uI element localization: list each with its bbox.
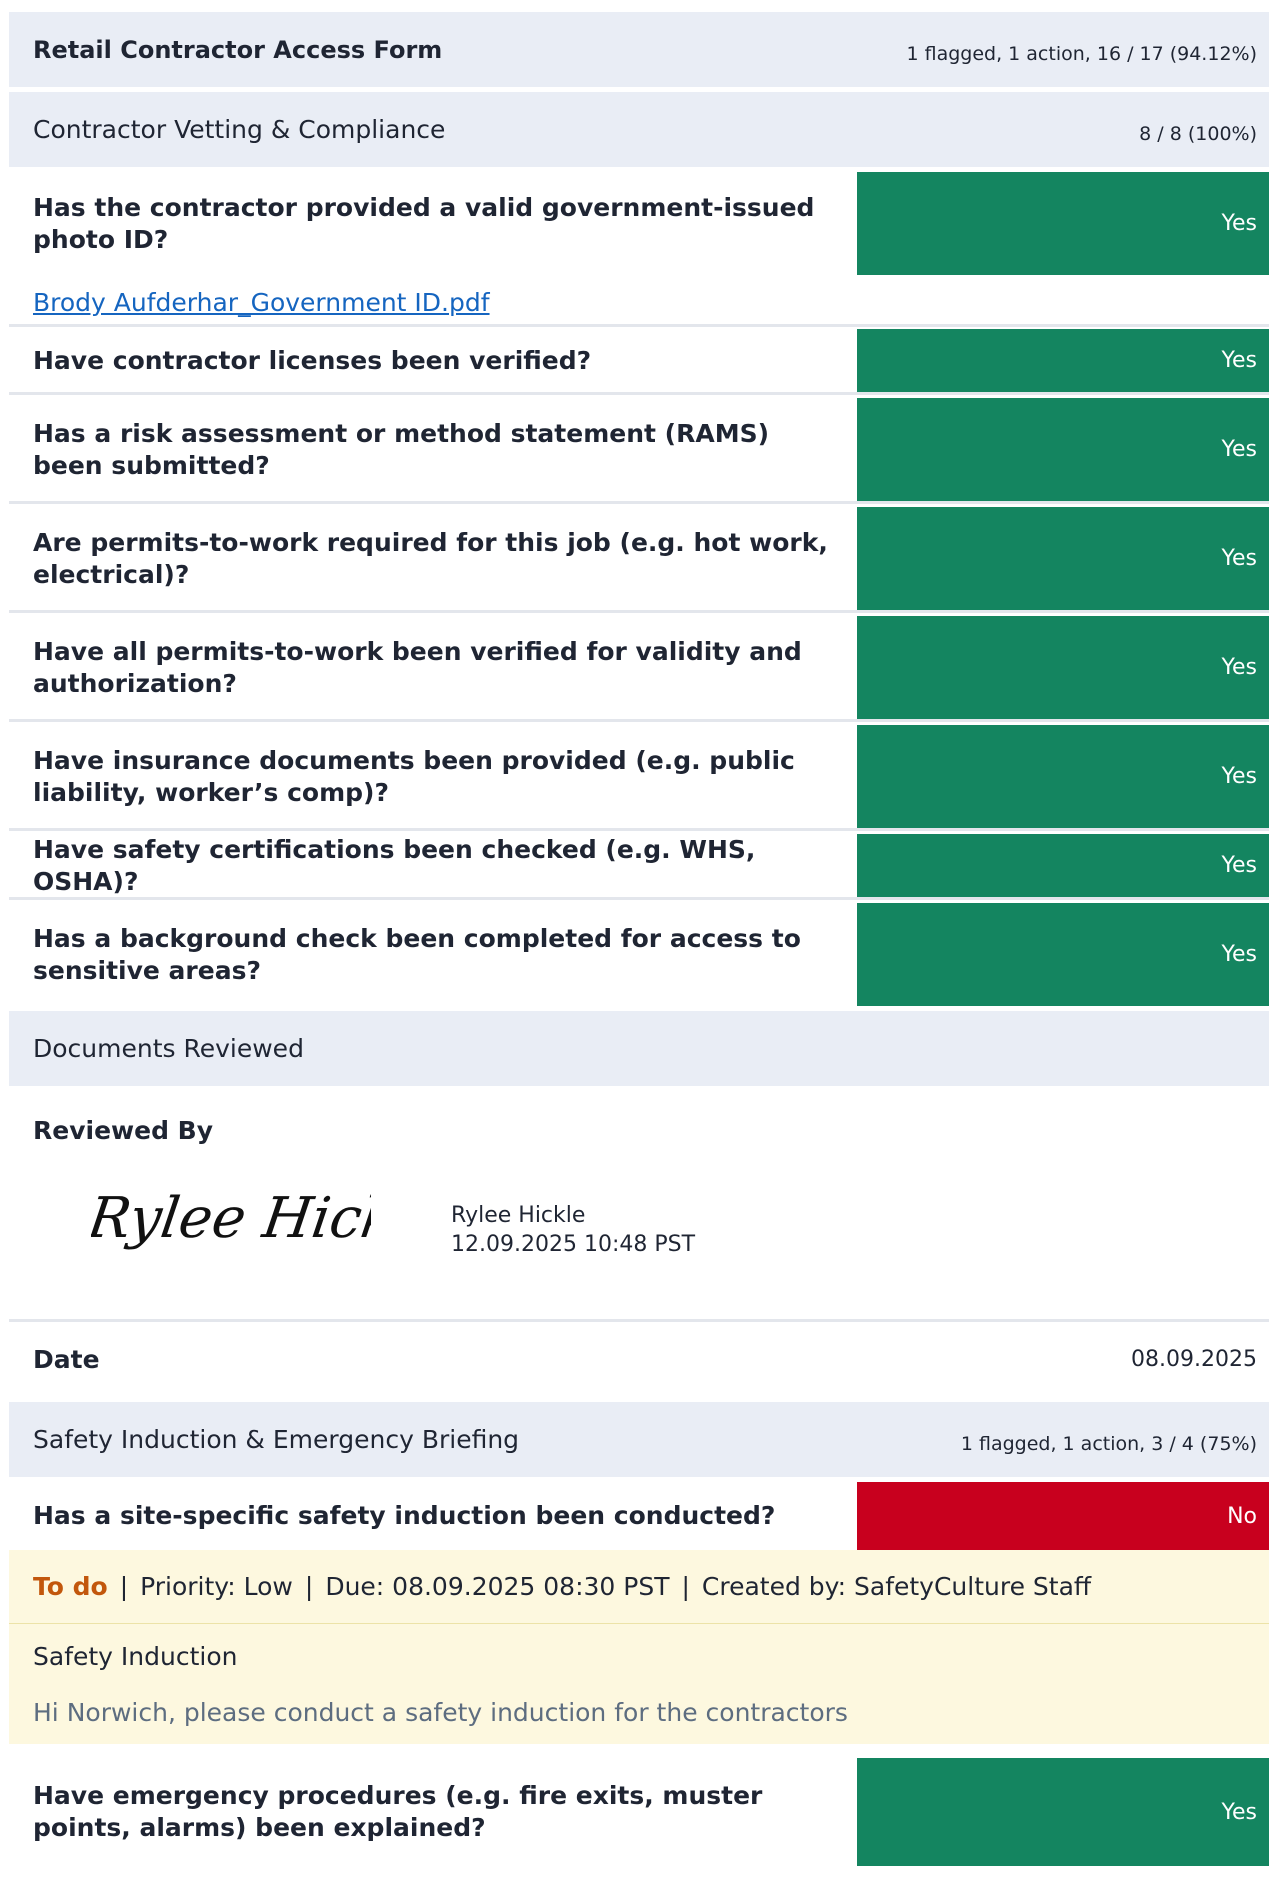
date-value: 08.09.2025 bbox=[1131, 1347, 1257, 1372]
date-row: Date 08.09.2025 bbox=[9, 1319, 1269, 1397]
question-row: Has the contractor provided a valid gove… bbox=[9, 172, 1269, 275]
question-text: Have insurance documents been provided (… bbox=[33, 745, 795, 807]
question-text: Has the contractor provided a valid gove… bbox=[33, 192, 815, 254]
separator: | bbox=[304, 1572, 314, 1601]
question-text: Have contractor licenses been verified? bbox=[33, 345, 592, 375]
action-title: Safety Induction bbox=[33, 1642, 238, 1671]
section-score: 1 flagged, 1 action, 3 / 4 (75%) bbox=[960, 1432, 1257, 1455]
separator: | bbox=[119, 1572, 129, 1601]
section-score: 8 / 8 (100%) bbox=[1139, 122, 1257, 145]
section-title: Documents Reviewed bbox=[33, 1034, 304, 1063]
action-card[interactable]: To do | Priority: Low | Due: 08.09.2025 … bbox=[9, 1550, 1269, 1744]
question-text: Have emergency procedures (e.g. fire exi… bbox=[33, 1781, 763, 1842]
separator: | bbox=[681, 1572, 690, 1601]
inspection-report: Retail Contractor Access Form 1 flagged,… bbox=[9, 12, 1269, 1866]
question-text: Has a background check been completed fo… bbox=[33, 923, 801, 985]
question-row: Have contractor licenses been verified? … bbox=[9, 329, 1269, 395]
question-row: Has a background check been completed fo… bbox=[9, 903, 1269, 1006]
action-due: Due: 08.09.2025 08:30 PST bbox=[325, 1572, 670, 1601]
date-label: Date bbox=[33, 1345, 100, 1374]
action-meta: To do | Priority: Low | Due: 08.09.2025 … bbox=[9, 1550, 1269, 1624]
answer-no: No bbox=[857, 1482, 1269, 1550]
section-header-documents[interactable]: Documents Reviewed bbox=[9, 1011, 1269, 1086]
form-summary: 1 flagged, 1 action, 16 / 17 (94.12%) bbox=[906, 42, 1257, 65]
answer-yes: Yes bbox=[857, 834, 1269, 897]
signature-block: Rylee Hickle Rylee Hickle 12.09.2025 10:… bbox=[9, 1173, 1269, 1273]
section-title: Safety Induction & Emergency Briefing bbox=[33, 1425, 520, 1454]
section-header-vetting[interactable]: Contractor Vetting & Compliance 8 / 8 (1… bbox=[9, 92, 1269, 167]
question-row: Have all permits-to-work been verified f… bbox=[9, 616, 1269, 722]
answer-yes: Yes bbox=[857, 903, 1269, 1006]
question-row: Has a risk assessment or method statemen… bbox=[9, 398, 1269, 504]
question-row: Have safety certifications been checked … bbox=[9, 834, 1269, 900]
question-text: Have all permits-to-work been verified f… bbox=[33, 636, 802, 698]
action-priority: Priority: Low bbox=[140, 1572, 293, 1601]
question-row: Has a site-specific safety induction bee… bbox=[9, 1482, 1269, 1550]
question-text: Has a risk assessment or method statemen… bbox=[33, 418, 769, 480]
answer-yes: Yes bbox=[857, 616, 1269, 719]
section-title: Contractor Vetting & Compliance bbox=[33, 115, 446, 144]
section-header-induction[interactable]: Safety Induction & Emergency Briefing 1 … bbox=[9, 1402, 1269, 1477]
question-text: Have safety certifications been checked … bbox=[33, 834, 756, 896]
form-title: Retail Contractor Access Form bbox=[33, 35, 443, 64]
signature-image: Rylee Hickle bbox=[91, 1186, 371, 1251]
signer-name: Rylee Hickle bbox=[451, 1203, 586, 1228]
attachment-link[interactable]: Brody Aufderhar_Government ID.pdf bbox=[9, 275, 1269, 324]
question-text: Has a site-specific safety induction bee… bbox=[33, 1501, 776, 1530]
question-row: Are permits-to-work required for this jo… bbox=[9, 507, 1269, 613]
answer-yes: Yes bbox=[857, 725, 1269, 828]
answer-yes: Yes bbox=[857, 329, 1269, 392]
answer-yes: Yes bbox=[857, 507, 1269, 610]
form-header: Retail Contractor Access Form 1 flagged,… bbox=[9, 12, 1269, 87]
answer-yes: Yes bbox=[857, 172, 1269, 275]
question-row: Have insurance documents been provided (… bbox=[9, 725, 1269, 831]
question-row: Have emergency procedures (e.g. fire exi… bbox=[9, 1758, 1269, 1866]
answer-yes: Yes bbox=[857, 1758, 1269, 1866]
reviewed-by-label: Reviewed By bbox=[33, 1116, 214, 1145]
question-text: Are permits-to-work required for this jo… bbox=[33, 527, 828, 589]
signed-at: 12.09.2025 10:48 PST bbox=[451, 1232, 696, 1257]
action-created-by: Created by: SafetyCulture Staff bbox=[701, 1572, 1092, 1601]
action-description: Hi Norwich, please conduct a safety indu… bbox=[33, 1698, 848, 1727]
signature-text: Rylee Hickle bbox=[91, 1186, 371, 1251]
action-status: To do bbox=[33, 1572, 108, 1601]
answer-yes: Yes bbox=[857, 398, 1269, 501]
